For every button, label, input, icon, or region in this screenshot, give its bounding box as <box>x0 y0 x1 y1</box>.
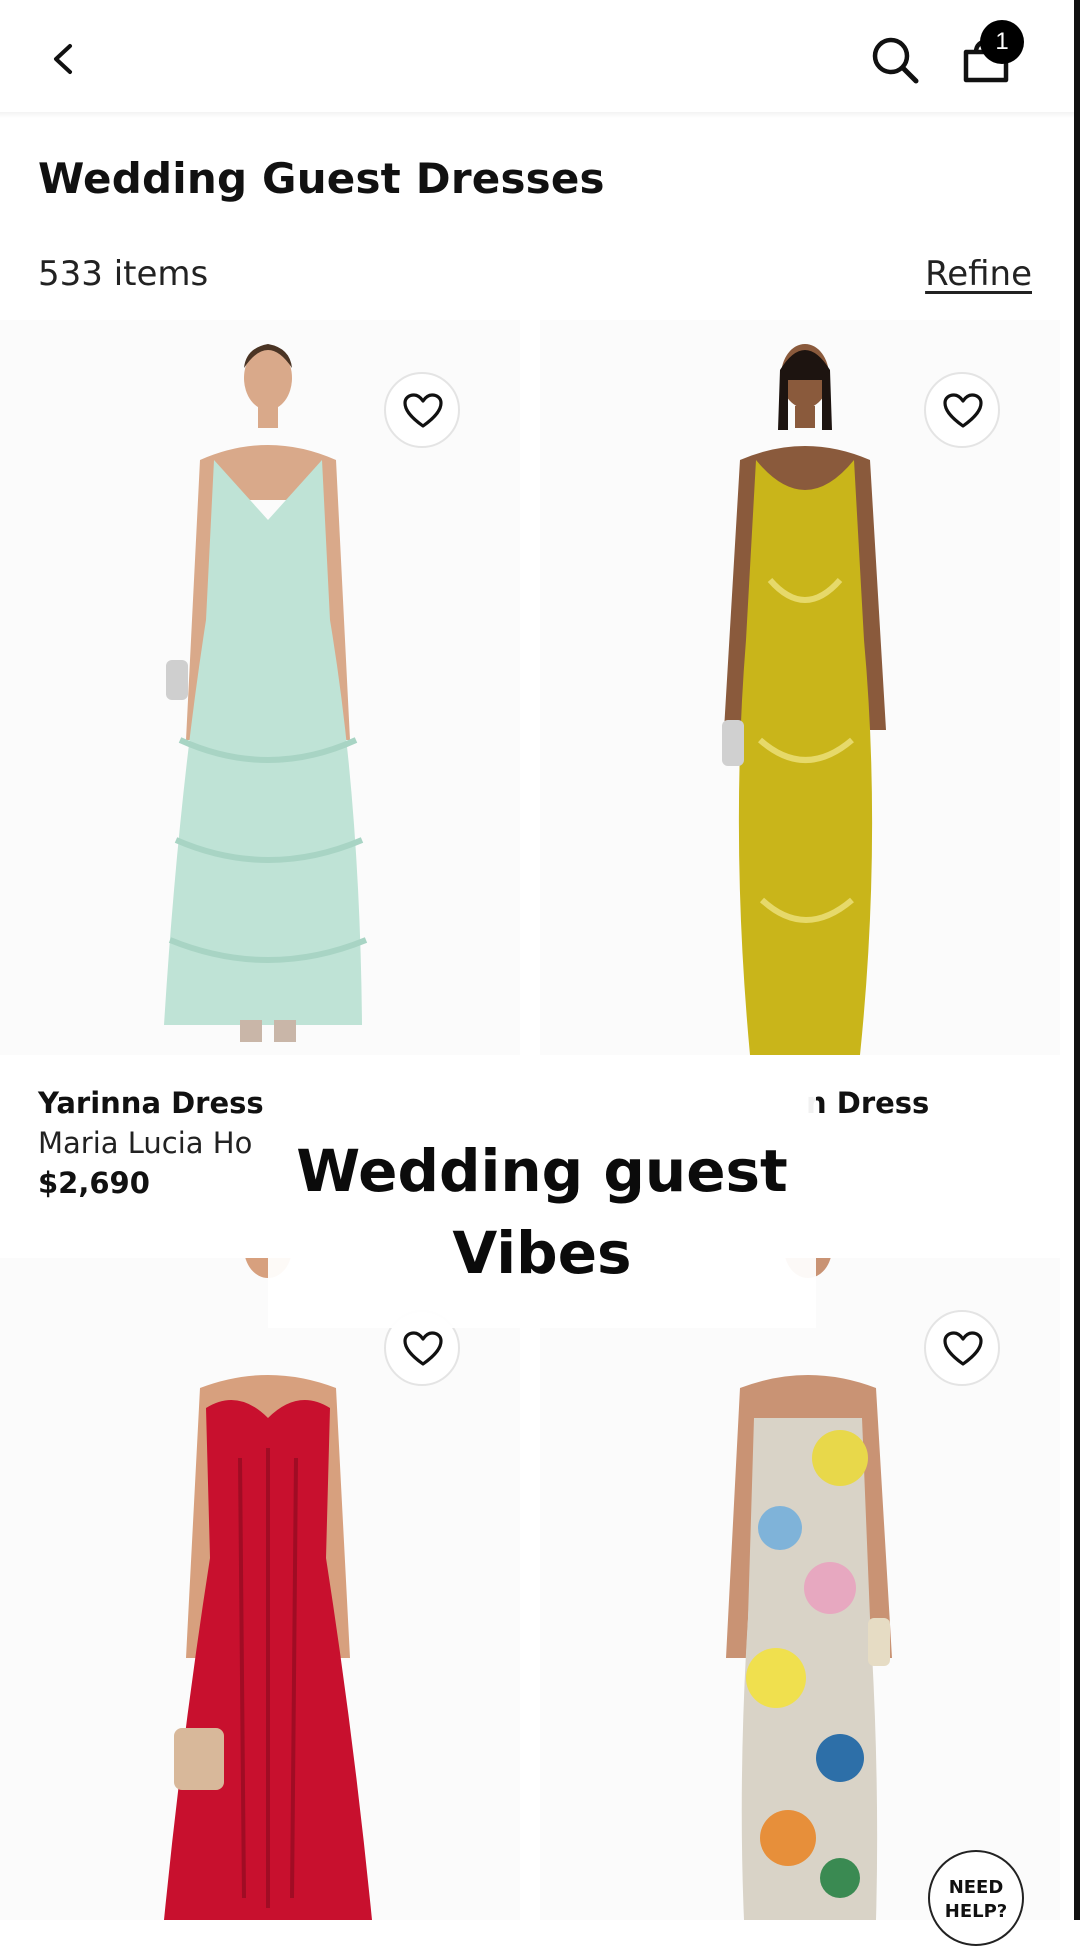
product-image[interactable] <box>0 320 520 1055</box>
caption-overlay: Wedding guest Vibes <box>268 1078 816 1328</box>
product-image[interactable] <box>540 320 1060 1055</box>
bag-count-badge: 1 <box>980 20 1024 64</box>
item-count: 533 items <box>38 254 209 294</box>
help-label: NEED <box>948 1877 1004 1898</box>
caption-line: Wedding guest <box>296 1137 788 1205</box>
chevron-left-icon <box>54 44 72 74</box>
favorite-button[interactable] <box>924 372 1000 448</box>
back-button[interactable] <box>42 38 92 80</box>
page-title: Wedding Guest Dresses <box>38 154 605 203</box>
help-label: HELP? <box>944 1901 1008 1922</box>
refine-link[interactable]: Refine <box>925 254 1032 294</box>
search-button[interactable] <box>868 32 924 88</box>
heart-icon <box>403 1331 443 1366</box>
product-name[interactable]: Yarinna Dress <box>38 1086 264 1120</box>
header-shadow <box>0 112 1074 118</box>
product-price: $2,690 <box>38 1166 150 1200</box>
favorite-button[interactable] <box>924 1310 1000 1386</box>
product-image[interactable] <box>540 1258 1060 1920</box>
product-brand: Maria Lucia Ho <box>38 1126 253 1160</box>
screen-edge-strip <box>1074 0 1080 1920</box>
search-icon <box>872 37 919 84</box>
heart-icon <box>943 1331 983 1366</box>
product-image[interactable] <box>0 1258 520 1920</box>
need-help-button[interactable]: NEED HELP? <box>928 1850 1024 1946</box>
heart-icon <box>943 393 983 428</box>
top-bar: 1 <box>0 0 1074 116</box>
caption-line: Vibes <box>452 1219 632 1287</box>
heart-icon <box>403 393 443 428</box>
favorite-button[interactable] <box>384 372 460 448</box>
product-name[interactable]: n Dress <box>806 1086 929 1120</box>
